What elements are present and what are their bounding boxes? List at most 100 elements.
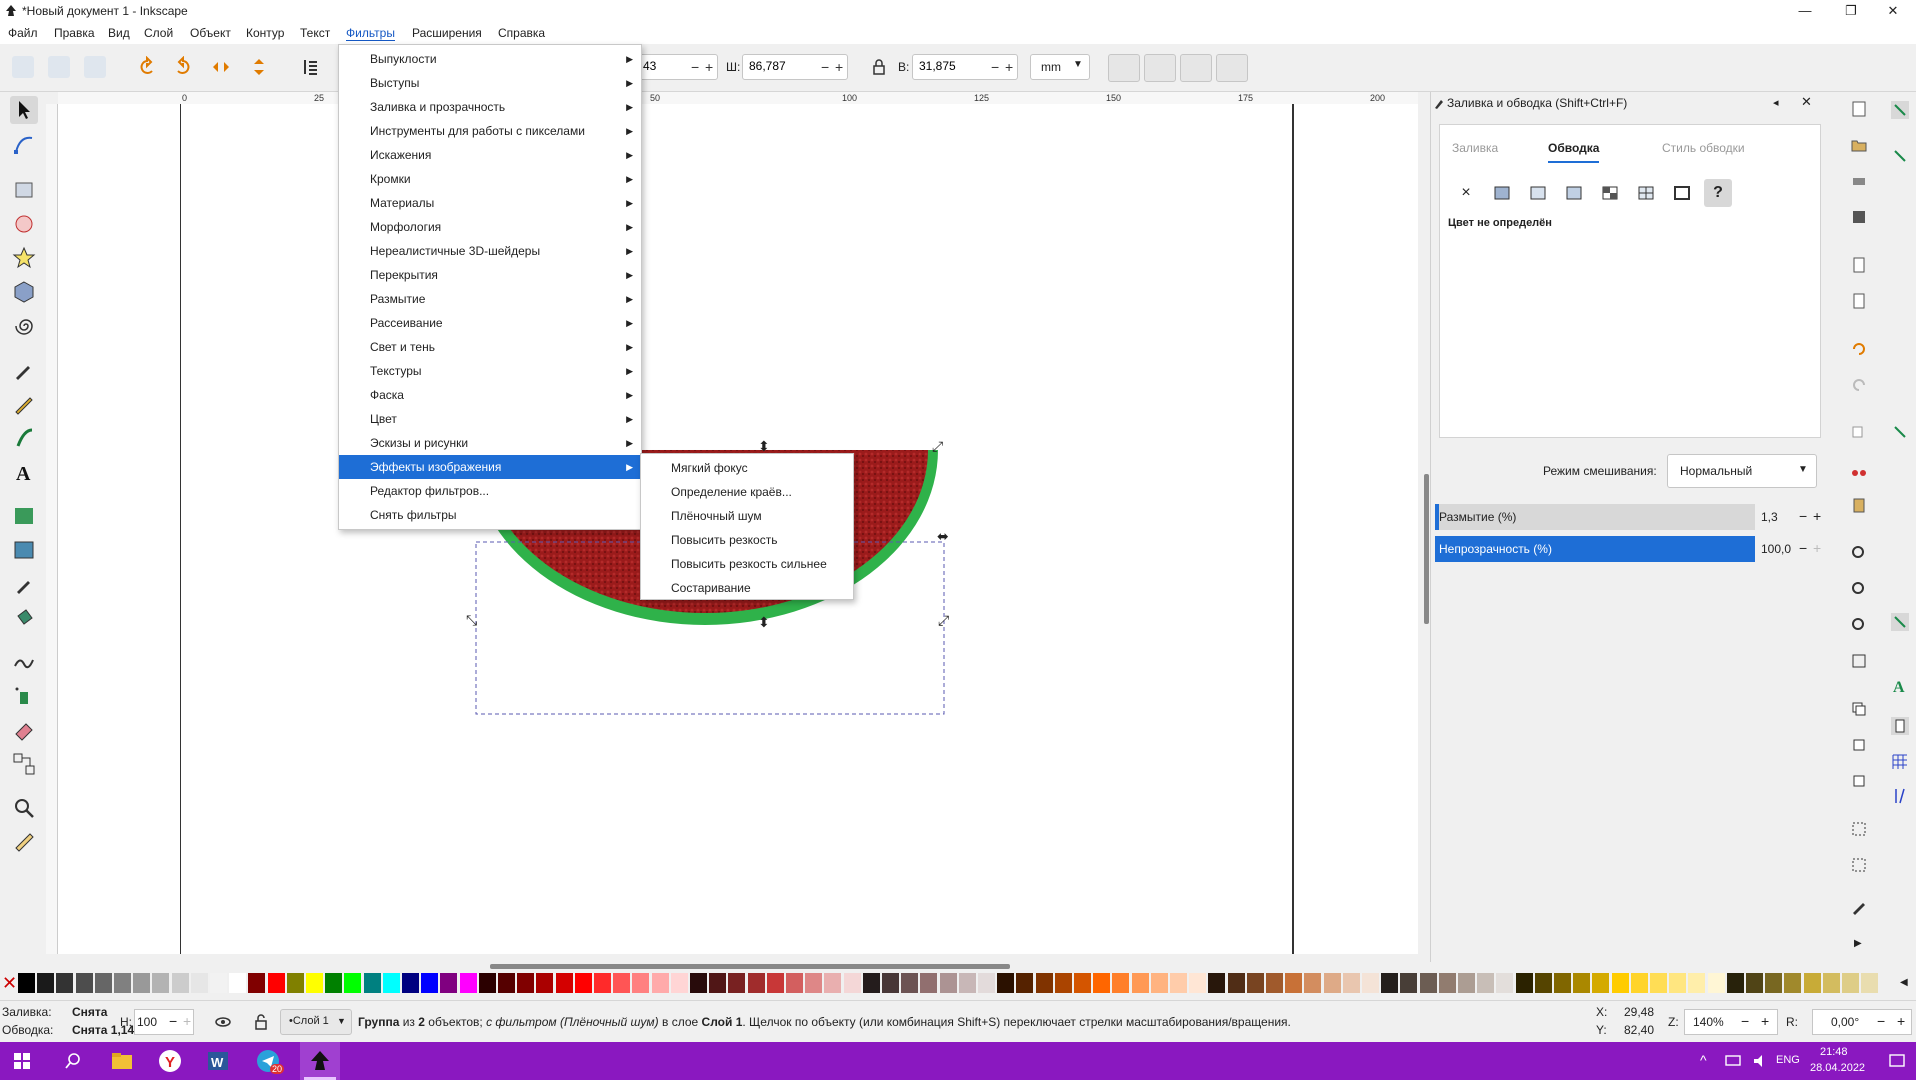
swatch-icon[interactable] [1668,179,1696,207]
palette-swatch[interactable] [1707,973,1725,993]
scale-corners-button[interactable] [1144,54,1176,82]
palette-swatch[interactable] [306,973,323,993]
restore-button[interactable]: ❐ [1828,0,1874,22]
palette-swatch[interactable] [1208,973,1226,993]
menu-layer[interactable]: Слой [144,26,173,40]
palette-swatch[interactable] [133,973,151,993]
copy-icon[interactable] [1850,424,1868,442]
filter-menu-item[interactable]: Свет и тень ▶ [339,335,641,359]
palette-swatch[interactable] [1573,973,1591,993]
filter-menu-item[interactable]: Искажения ▶ [339,143,641,167]
submenu-item[interactable]: Определение краёв... [641,480,853,504]
submenu-item[interactable]: Плёночный шум [641,504,853,528]
paint-bucket-tool-icon[interactable] [10,604,38,632]
palette-swatch[interactable] [1861,973,1879,993]
scale-handle-icon[interactable]: ⤢ [932,438,943,455]
eraser-tool-icon[interactable] [10,716,38,744]
palette-swatch[interactable] [1246,973,1264,993]
palette-swatch[interactable] [670,973,688,993]
zoom-tool-icon[interactable] [10,794,38,822]
filter-menu-item[interactable]: Цвет ▶ [339,407,641,431]
group-icon[interactable] [1850,820,1868,838]
palette-swatch[interactable] [459,973,477,993]
menu-file[interactable]: Файл [8,26,38,40]
filter-menu-item[interactable]: Рассеивание ▶ [339,311,641,335]
palette-swatch[interactable] [1496,973,1514,993]
filter-menu-item[interactable]: Перекрытия ▶ [339,263,641,287]
connector-tool-icon[interactable] [10,750,38,778]
palette-swatch[interactable] [786,973,803,993]
filter-menu-item[interactable]: Нереалистичные 3D-шейдеры ▶ [339,239,641,263]
rectangle-tool-icon[interactable] [10,176,38,204]
node-tool-icon[interactable] [10,130,38,158]
palette-swatch[interactable] [1477,973,1495,993]
show-hidden-icons[interactable]: ^ [1700,1052,1707,1068]
scale-handle-icon[interactable]: ⬌ [937,528,949,545]
palette-swatch[interactable] [1304,973,1322,993]
palette-swatch[interactable] [1458,973,1475,993]
spray-tool-icon[interactable] [10,682,38,710]
panel-collapse-icon[interactable]: ◂ [1773,96,1779,109]
import-icon[interactable] [1850,256,1868,274]
palette-swatch[interactable] [94,973,112,993]
opacity-increment-icon[interactable]: + [1813,540,1821,556]
select-all-icon[interactable] [12,56,34,78]
palette-swatch[interactable] [1630,973,1648,993]
palette-swatch[interactable] [1131,973,1149,993]
filter-menu-item[interactable]: Заливка и прозрачность ▶ [339,95,641,119]
palette-swatch[interactable] [555,973,573,993]
file-explorer-icon[interactable] [110,1050,134,1072]
mesh-tool-icon[interactable] [10,536,38,564]
inkscape-taskbar-button[interactable] [300,1042,340,1080]
palette-swatch[interactable] [190,973,208,993]
palette-swatch[interactable] [1419,973,1437,993]
ellipse-tool-icon[interactable] [10,210,38,238]
filter-editor-menu-item[interactable]: Редактор фильтров... [339,479,641,503]
height-increment-icon[interactable]: + [1005,59,1013,75]
clone-icon[interactable] [1850,736,1868,754]
palette-swatch[interactable] [632,973,650,993]
zoom-decrement-icon[interactable]: − [1741,1013,1749,1029]
width-increment-icon[interactable]: + [835,59,843,75]
palette-swatch[interactable] [1611,973,1629,993]
pattern-icon[interactable] [1596,179,1624,207]
unlink-clone-icon[interactable] [1850,772,1868,790]
palette-swatch[interactable] [1170,973,1187,993]
export-icon[interactable] [1850,292,1868,310]
filter-menu-item[interactable]: Выступы ▶ [339,71,641,95]
layer-lock-icon[interactable] [252,1013,270,1031]
menu-extensions[interactable]: Расширения [412,26,482,40]
palette-swatch[interactable] [1669,973,1687,993]
measure-tool-icon[interactable] [10,828,38,856]
star-tool-icon[interactable] [10,244,38,272]
palette-swatch[interactable] [1054,973,1072,993]
palette-swatch[interactable] [1285,973,1303,993]
height-field[interactable]: − + [912,54,1018,80]
menu-filters[interactable]: Фильтры [346,26,395,41]
text-tool-icon[interactable]: A [10,458,38,486]
undo-icon[interactable] [1850,340,1868,358]
palette-swatch[interactable] [1266,973,1283,993]
snap-text-baseline-icon[interactable]: A [1890,676,1910,696]
linear-gradient-icon[interactable] [1524,179,1552,207]
height-input[interactable] [913,55,983,77]
filter-menu-item[interactable]: Размытие ▶ [339,287,641,311]
width-decrement-icon[interactable]: − [821,59,829,75]
palette-swatch[interactable] [56,973,74,993]
x-position-input[interactable] [637,55,681,77]
palette-swatch[interactable] [1688,973,1706,993]
no-paint-icon[interactable]: × [1452,179,1480,207]
tab-fill[interactable]: Заливка [1452,133,1498,163]
snap-others-icon[interactable] [1890,612,1910,632]
palette-swatch[interactable] [210,973,227,993]
palette-swatch[interactable] [1842,973,1859,993]
palette-swatch[interactable] [958,973,976,993]
filter-menu-item-highlighted[interactable]: Эффекты изображения ▶ [339,455,641,479]
blend-mode-select[interactable]: Нормальный ▼ [1667,454,1817,488]
palette-swatch[interactable] [440,973,458,993]
palette-swatch[interactable] [1746,973,1763,993]
volume-icon[interactable] [1752,1053,1770,1069]
scale-handle-icon[interactable]: ⤢ [938,612,949,629]
submenu-item[interactable]: Состаривание [641,576,853,600]
rotate-ccw-icon[interactable] [136,56,158,78]
